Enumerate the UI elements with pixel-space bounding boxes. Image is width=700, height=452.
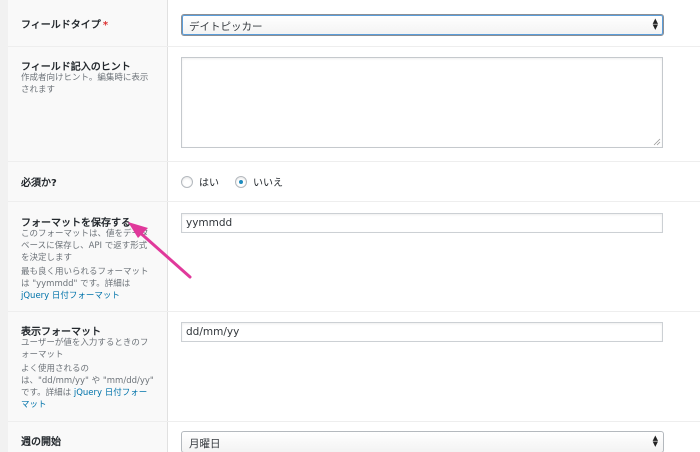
required-mark: * [102,20,109,31]
select-arrows-icon: ▲ ▼ [652,434,658,448]
display-format-note: よく使用されるの は、"dd/mm/yy" や "mm/dd/yy" です。詳細… [21,363,161,411]
desc-line: は、"dd/mm/yy" や "mm/dd/yy" [21,376,154,386]
desc-line: ォーマット [21,350,64,360]
desc-line: を決定します [21,253,73,263]
desc-line: ベースに保存し、API で返す形式 [21,241,148,251]
jquery-date-format-link[interactable]: jQuery 日付フォーマット [21,290,161,302]
row-divider [8,201,700,202]
row-divider [8,311,700,312]
field-type-select[interactable]: デイトピッカー ▲ ▼ [181,14,664,36]
field-type-select-value: デイトピッカー [189,21,263,33]
week-start-select-value: 月曜日 [189,438,221,450]
radio-yes-label[interactable]: はい [199,174,219,189]
week-start-select[interactable]: 月曜日 ▲ ▼ [181,431,664,452]
field-type-label: フィールドタイプ * [21,16,108,31]
required-label: 必須か? [21,178,57,189]
field-type-label-text: フィールドタイプ [21,20,101,31]
jquery-date-format-link-cont[interactable]: マット [21,399,161,411]
desc-line: このフォーマットは、値をデータ [21,229,149,239]
select-arrows-icon: ▲ ▼ [652,17,658,31]
row-divider [8,161,700,162]
row-divider [8,46,700,47]
field-hint-textarea[interactable] [181,57,663,148]
field-hint-label: フィールド記入のヒント [21,62,131,73]
radio-no-label[interactable]: いいえ [253,174,283,189]
acf-field-settings: フィールドタイプ * デイトピッカー ▲ ▼ フィールド記入のヒント 作成者向けヒン… [0,0,700,452]
desc-line: ユーザーが値を入力するときのフ [21,338,149,348]
resize-handle-icon[interactable] [653,138,661,146]
display-format-label: 表示フォーマット [21,327,101,338]
row-divider [8,421,700,422]
radio-no[interactable] [235,175,247,188]
save-format-value: yymmdd [186,217,233,229]
desc-text: です。詳細は [21,388,74,398]
required-radio-group: はい いいえ [181,174,299,189]
desc-line: よく使用されるの [21,364,90,374]
display-format-value: dd/mm/yy [186,326,240,338]
desc-line: 最も良く用いられるフォーマット [21,267,149,277]
display-format-description: ユーザーが値を入力するときのフ ォーマット [21,337,161,361]
display-format-input[interactable]: dd/mm/yy [181,322,663,342]
radio-yes[interactable] [181,175,193,188]
save-format-input[interactable]: yymmdd [181,213,663,233]
save-format-description: このフォーマットは、値をデータ ベースに保存し、API で返す形式 を決定します [21,228,161,264]
jquery-date-format-link[interactable]: jQuery 日付フォー [74,388,147,398]
save-format-note: 最も良く用いられるフォーマット は "yymmdd" です。詳細は jQuery… [21,266,161,302]
desc-line: は "yymmdd" です。詳細は [21,279,131,289]
field-hint-description: 作成者向けヒント。編集時に表示 されます [21,72,161,96]
save-format-label: フォーマットを保存する [21,218,131,229]
week-start-label: 週の開始 [21,437,61,448]
desc-line: 作成者向けヒント。編集時に表示 [21,73,149,83]
desc-line: されます [21,85,56,95]
desc-line: です。詳細は jQuery 日付フォー [21,387,161,399]
